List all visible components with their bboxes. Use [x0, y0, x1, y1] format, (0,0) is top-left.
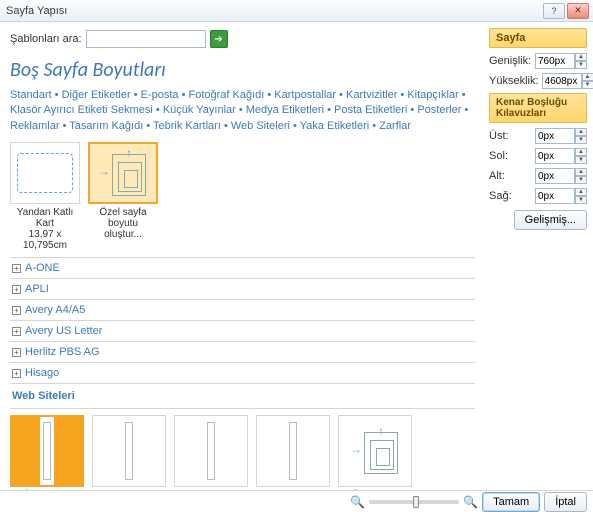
margin-bottom-label: Alt: [489, 170, 532, 182]
collapse-label: A-ONE [25, 262, 60, 274]
collapse-row[interactable]: + APLI [10, 279, 475, 300]
thumb-row-top: Yandan Katlı Kart 13,97 x 10,795cm→↑Özel… [10, 142, 475, 251]
web-size-thumb[interactable]: Web 760 x 4608px [174, 415, 248, 490]
collapse-label: Herlitz PBS AG [25, 346, 100, 358]
spin-up[interactable]: ▲ [582, 73, 593, 81]
category-link[interactable]: E-posta [141, 89, 179, 101]
page-size-thumb[interactable]: →↑Özel sayfa boyutu oluştur... [88, 142, 158, 251]
collapse-label: Avery US Letter [25, 325, 102, 337]
width-label: Genişlik: [489, 55, 532, 67]
expand-icon: + [12, 369, 21, 378]
titlebar: Sayfa Yapısı ? ✕ [0, 0, 593, 22]
web-subheading: Web Siteleri [10, 384, 475, 409]
page-size-thumb[interactable]: Yandan Katlı Kart 13,97 x 10,795cm [10, 142, 80, 251]
zoom-in-icon[interactable]: 🔍 [463, 495, 478, 509]
expand-icon: + [12, 306, 21, 315]
category-link[interactable]: Standart [10, 89, 52, 101]
category-link[interactable]: Tasarım Kağıdı [69, 120, 143, 132]
expand-icon: + [12, 348, 21, 357]
margin-right-label: Sağ: [489, 190, 532, 202]
expand-icon: + [12, 264, 21, 273]
search-label: Şablonları ara: [10, 33, 82, 45]
collapse-row[interactable]: + Avery US Letter [10, 321, 475, 342]
category-link[interactable]: Kartpostallar [274, 89, 336, 101]
category-link[interactable]: Medya Etiketleri [246, 104, 324, 116]
margin-top-label: Üst: [489, 130, 532, 142]
category-link[interactable]: Tebrik Kartları [153, 120, 221, 132]
cancel-button[interactable]: İptal [544, 492, 587, 512]
category-links: Standart • Diğer Etiketler • E-posta • F… [10, 88, 475, 134]
window-title: Sayfa Yapısı [4, 5, 67, 17]
zoom-out-icon[interactable]: 🔍 [350, 495, 365, 509]
margin-left-label: Sol: [489, 150, 532, 162]
web-size-thumb[interactable]: →↑Özel sayfa boyutu oluştur... [338, 415, 412, 490]
window-controls: ? ✕ [543, 3, 589, 19]
collapse-label: Avery A4/A5 [25, 304, 85, 316]
web-size-thumb[interactable]: Web 984 x 4608px [256, 415, 330, 490]
height-label: Yükseklik: [489, 75, 539, 87]
thumb-label: Yandan Katlı Kart 13,97 x 10,795cm [10, 207, 80, 251]
category-link[interactable]: Diğer Etiketler [62, 89, 131, 101]
category-link[interactable]: Fotoğraf Kağıdı [189, 89, 265, 101]
collapse-row[interactable]: + Hisago [10, 363, 475, 384]
spin-up[interactable]: ▲ [575, 148, 587, 156]
help-button[interactable]: ? [543, 3, 565, 19]
ok-button[interactable]: Tamam [482, 492, 540, 512]
spin-up[interactable]: ▲ [575, 188, 587, 196]
spin-up[interactable]: ▲ [575, 128, 587, 136]
category-link[interactable]: Yaka Etiketleri [300, 120, 370, 132]
web-size-thumb[interactable]: Web 600 x 4608px [92, 415, 166, 490]
spin-down[interactable]: ▼ [582, 81, 593, 89]
spin-down[interactable]: ▼ [575, 61, 587, 69]
margin-left-input[interactable] [535, 148, 575, 164]
web-size-thumb[interactable]: Özel boyut 760 x 4608px [10, 415, 84, 490]
close-button[interactable]: ✕ [567, 3, 589, 19]
spin-down[interactable]: ▼ [575, 156, 587, 164]
collapse-row[interactable]: + Avery A4/A5 [10, 300, 475, 321]
spin-down[interactable]: ▼ [575, 176, 587, 184]
advanced-button[interactable]: Gelişmiş... [514, 210, 587, 230]
height-input[interactable] [542, 73, 582, 89]
category-link[interactable]: Küçük Yayınlar [163, 104, 236, 116]
margin-bottom-input[interactable] [535, 168, 575, 184]
spin-up[interactable]: ▲ [575, 168, 587, 176]
expand-icon: + [12, 327, 21, 336]
spin-down[interactable]: ▼ [575, 196, 587, 204]
margin-right-input[interactable] [535, 188, 575, 204]
margin-top-input[interactable] [535, 128, 575, 144]
page-heading: Boş Sayfa Boyutları [10, 58, 475, 82]
thumb-row-web: Özel boyut 760 x 4608pxWeb 600 x 4608pxW… [10, 415, 475, 490]
bottom-bar: 🔍 🔍 Tamam İptal [0, 490, 593, 512]
category-link[interactable]: Zarflar [379, 120, 411, 132]
collapse-label: APLI [25, 283, 49, 295]
collapse-row[interactable]: + Herlitz PBS AG [10, 342, 475, 363]
category-link[interactable]: Reklamlar [10, 120, 60, 132]
category-link[interactable]: Kitapçıklar [407, 89, 458, 101]
category-link[interactable]: Posta Etiketleri [334, 104, 407, 116]
side-panel: Sayfa Genişlik: ▲▼ Yükseklik: ▲▼ Kenar B… [485, 22, 593, 490]
spin-up[interactable]: ▲ [575, 53, 587, 61]
search-row: Şablonları ara: ➔ [10, 30, 475, 48]
thumb-label: Özel sayfa boyutu oluştur... [88, 207, 158, 240]
spin-down[interactable]: ▼ [575, 136, 587, 144]
category-link[interactable]: Kartvizitler [346, 89, 397, 101]
collapsible-list: +A-ONE+APLI+Avery A4/A5+Avery US Letter+… [10, 257, 475, 384]
expand-icon: + [12, 285, 21, 294]
zoom-slider[interactable] [369, 500, 459, 504]
margin-panel-head: Kenar Boşluğu Kılavuzları [489, 93, 587, 123]
search-go-button[interactable]: ➔ [210, 30, 228, 48]
collapse-label: Hisago [25, 367, 59, 379]
collapse-row[interactable]: + A-ONE [10, 258, 475, 279]
search-input[interactable] [86, 30, 206, 48]
category-link[interactable]: Web Siteleri [231, 120, 290, 132]
category-link[interactable]: Klasör Ayırıcı Etiketi Sekmesi [10, 104, 153, 116]
width-input[interactable] [535, 53, 575, 69]
category-link[interactable]: Posterler [417, 104, 461, 116]
page-panel-head: Sayfa [489, 28, 587, 48]
